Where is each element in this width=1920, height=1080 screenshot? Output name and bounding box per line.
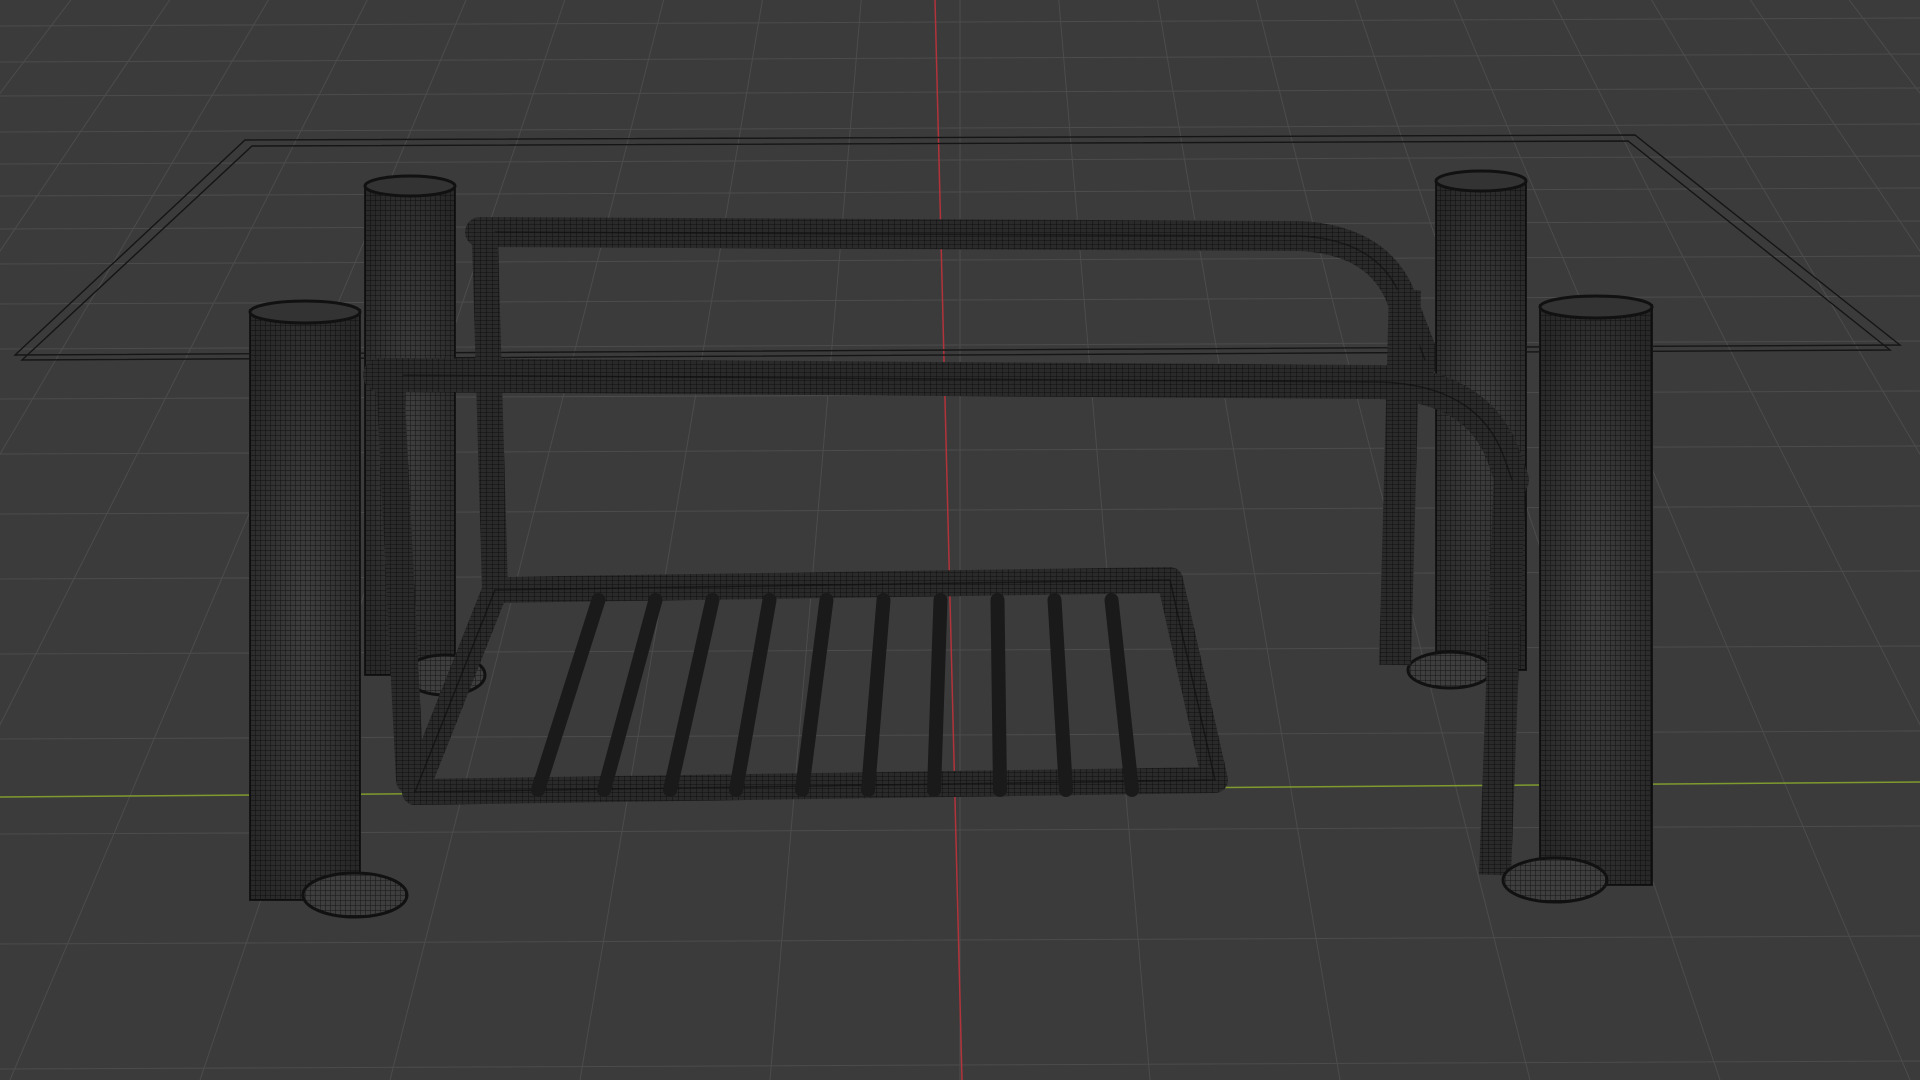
shelf-bar: [990, 593, 1007, 797]
frame-tube-right-drop-2: [1479, 469, 1526, 876]
y-axis-line: [934, 0, 963, 1080]
shelf-bar: [795, 593, 834, 797]
grid-line: [769, 0, 862, 1080]
grid-line: [1651, 0, 1920, 456]
grid-line: [0, 0, 171, 252]
grid-line: [0, 0, 269, 456]
frame-tube-back[interactable]: [465, 217, 1440, 603]
grid-line: [579, 0, 763, 1080]
shelf-bar: [927, 593, 948, 797]
grid-line: [1157, 0, 1341, 1080]
shelf-bar: [1104, 593, 1139, 797]
3d-viewport[interactable]: [0, 0, 1920, 1080]
grid-line: [1058, 0, 1151, 1080]
shelf-bar: [729, 593, 777, 797]
shelf-bar: [861, 593, 891, 797]
shelf-bar: [531, 593, 606, 797]
shelf-bar: [597, 593, 663, 797]
shelf-rack[interactable]: [402, 567, 1228, 805]
frame-tube-right-drop: [1379, 289, 1421, 666]
shelf-bar: [1047, 593, 1073, 797]
shelf-bar: [663, 593, 720, 797]
viewport-canvas[interactable]: [0, 0, 1920, 1080]
grid-line: [1749, 0, 1920, 252]
